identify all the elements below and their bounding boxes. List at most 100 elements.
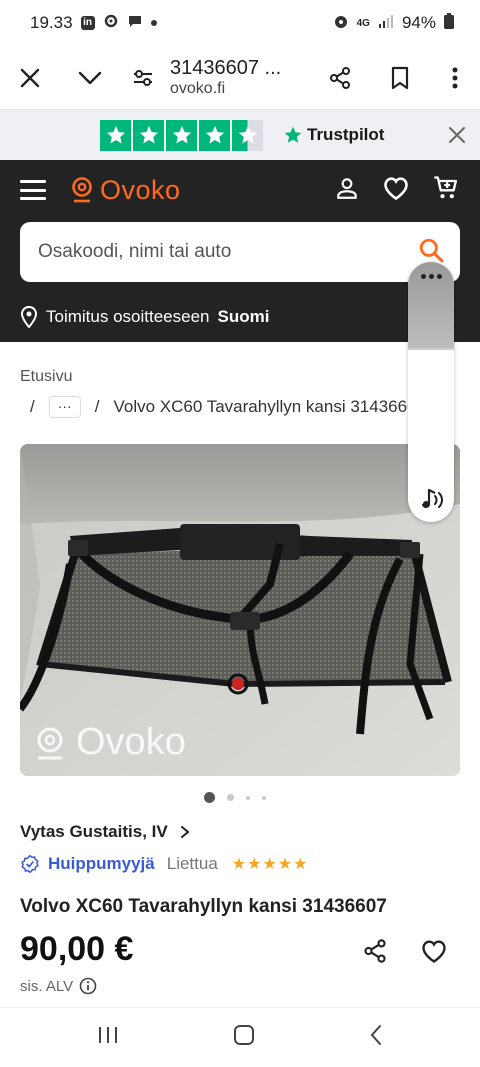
signal-icon <box>378 13 394 33</box>
trustpilot-star-icon <box>199 119 230 151</box>
logo-text: Ovoko <box>100 174 181 205</box>
menu-button[interactable] <box>20 180 46 200</box>
share-button[interactable] <box>310 46 370 110</box>
breadcrumb-separator: / <box>94 397 100 416</box>
seller-badge-row: Huippumyyjä Liettua ★★★★★ <box>20 854 309 874</box>
system-navigation-bar <box>0 1007 480 1067</box>
settings-notification-icon <box>103 13 119 34</box>
trustpilot-star-logo-icon <box>284 126 302 143</box>
pager-dot[interactable] <box>262 795 266 800</box>
back-button[interactable] <box>369 1024 383 1051</box>
status-bar: 19.33 in 4G 94% <box>0 0 480 46</box>
close-tab-button[interactable] <box>0 46 60 110</box>
battery-icon <box>444 12 454 34</box>
recent-apps-button[interactable] <box>97 1025 119 1050</box>
ovoko-logo[interactable]: Ovoko <box>70 175 181 206</box>
trustpilot-brand: Trustpilot <box>307 125 385 144</box>
home-button[interactable] <box>233 1024 255 1051</box>
minimize-button[interactable] <box>60 46 120 110</box>
vat-label: sis. ALV <box>20 977 74 995</box>
trustpilot-star-icon <box>166 119 197 151</box>
trustpilot-logo: Trustpilot <box>283 125 384 145</box>
ovoko-logo-icon <box>72 177 92 203</box>
breadcrumb-ellipsis-button[interactable]: ··· <box>48 396 81 418</box>
recent-apps-icon <box>99 1027 117 1043</box>
page-domain: ovoko.fi <box>170 79 226 97</box>
breadcrumb-home[interactable]: Etusivu <box>20 368 72 386</box>
trustpilot-rating-stars <box>100 119 263 151</box>
more-horizontal-icon <box>420 274 442 348</box>
pager-dot-active[interactable] <box>204 792 215 803</box>
cart-icon <box>434 175 458 198</box>
seller-rating-stars: ★★★★★ <box>231 856 309 873</box>
battery-percent: 94% <box>401 13 436 32</box>
seller-badge: Huippumyyjä <box>48 854 155 873</box>
trustpilot-half-star-icon <box>232 119 263 151</box>
image-watermark: Ovoko <box>76 721 186 763</box>
url-area[interactable]: 31436607 ... ovoko.fi <box>166 57 310 98</box>
product-wishlist-button[interactable] <box>420 938 448 969</box>
share-icon <box>364 939 386 963</box>
heart-icon <box>422 940 446 963</box>
more-notifications-dot <box>150 20 157 26</box>
product-price: 90,00 € <box>20 930 134 968</box>
chat-icon <box>127 13 143 34</box>
read-aloud-icon <box>421 488 443 509</box>
vat-note: sis. ALV <box>20 977 97 995</box>
alarm-icon <box>333 13 349 34</box>
gallery-pager <box>204 792 266 803</box>
chevron-down-icon <box>78 71 102 84</box>
trustpilot-banner[interactable]: Trustpilot <box>0 110 480 160</box>
chevron-right-icon <box>180 826 190 838</box>
product-image[interactable]: Ovoko <box>20 444 460 776</box>
close-icon <box>449 127 465 143</box>
delivery-location[interactable]: Toimitus osoitteeseen Suomi <box>20 306 269 328</box>
account-button[interactable] <box>334 175 360 206</box>
floating-reader-widget[interactable] <box>408 262 454 522</box>
product-actions <box>362 938 448 969</box>
info-icon[interactable] <box>79 977 97 995</box>
tune-icon <box>134 69 152 86</box>
wishlist-button[interactable] <box>382 175 410 206</box>
widget-handle[interactable] <box>408 262 454 348</box>
seller-name: Vytas Gustaitis, IV <box>20 822 168 841</box>
breadcrumb-current: Volvo XC60 Tavarahyllyn kansi 31436607 <box>113 397 420 416</box>
product-share-button[interactable] <box>362 938 388 969</box>
search-input[interactable] <box>38 241 418 263</box>
seller-link[interactable]: Vytas Gustaitis, IV <box>20 822 190 842</box>
site-settings-button[interactable] <box>120 46 166 110</box>
browser-toolbar: 31436607 ... ovoko.fi <box>0 46 480 110</box>
read-aloud-button[interactable] <box>415 482 447 514</box>
verified-badge-icon <box>21 854 39 874</box>
home-icon <box>234 1025 254 1045</box>
breadcrumb: / ··· / Volvo XC60 Tavarahyllyn kansi 31… <box>30 396 420 418</box>
status-time: 19.33 <box>30 13 73 32</box>
network-label: 4G <box>356 17 370 29</box>
close-icon <box>20 68 40 87</box>
cart-button[interactable] <box>432 174 460 207</box>
seller-country: Liettua <box>166 854 218 873</box>
trustpilot-close-button[interactable] <box>444 122 470 148</box>
location-pin-icon <box>20 306 38 328</box>
bookmark-button[interactable] <box>370 46 430 110</box>
page-title: 31436607 ... <box>170 56 282 79</box>
trustpilot-star-icon <box>133 119 164 151</box>
breadcrumb-separator: / <box>30 397 35 416</box>
trustpilot-star-icon <box>100 119 131 151</box>
share-icon <box>330 66 350 89</box>
search-icon <box>419 238 444 262</box>
cargo-cover-photo: Ovoko <box>20 444 460 776</box>
heart-icon <box>384 176 408 200</box>
more-menu-button[interactable] <box>430 46 480 110</box>
pager-dot[interactable] <box>246 795 250 800</box>
delivery-prefix: Toimitus osoitteeseen <box>46 307 210 326</box>
product-title: Volvo XC60 Tavarahyllyn kansi 31436607 <box>20 896 387 917</box>
pager-dot[interactable] <box>227 794 234 801</box>
bookmark-icon <box>391 66 409 89</box>
more-vertical-icon <box>452 67 458 88</box>
search-bar[interactable] <box>20 222 460 282</box>
delivery-country: Suomi <box>217 307 270 326</box>
linkedin-icon: in <box>80 16 95 30</box>
back-icon <box>370 1025 381 1045</box>
user-icon <box>337 177 357 199</box>
